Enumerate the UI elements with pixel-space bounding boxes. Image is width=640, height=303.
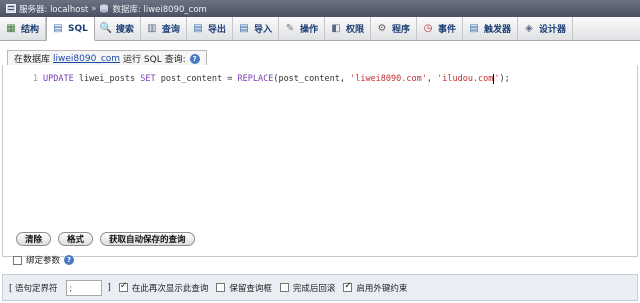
get-autosaved-query-button[interactable]: 获取自动保存的查询: [100, 232, 195, 246]
query-suffix: 运行 SQL 查询:: [123, 55, 186, 65]
clear-button[interactable]: 清除: [16, 232, 52, 246]
line-number: 1: [32, 74, 38, 84]
tab-triggers[interactable]: ▤ 触发器: [463, 17, 519, 40]
server-icon: [6, 4, 16, 13]
tab-privileges[interactable]: ◧ 权限: [325, 17, 371, 40]
tab-label: 导出: [207, 25, 226, 35]
breadcrumb-database[interactable]: 数据库: liwei8090_com: [112, 3, 206, 15]
delimiter-label: [ 语句定界符: [9, 283, 58, 294]
import-icon: ▤: [239, 22, 249, 34]
designer-icon: ◈: [525, 22, 533, 34]
wrench-icon: ✎: [285, 22, 295, 34]
delimiter-close: ]: [107, 282, 111, 293]
footer-option: 启用外键约束: [343, 281, 408, 294]
footer-option-label: 保留查询框: [229, 283, 272, 294]
sql-string: 'liwei8090.com': [350, 74, 427, 84]
privileges-icon: ◧: [331, 22, 341, 34]
format-button[interactable]: 格式: [58, 232, 94, 246]
breadcrumb-server[interactable]: 服务器: localhost: [19, 3, 88, 15]
editor-button-row: 清除 格式 获取自动保存的查询: [16, 232, 195, 246]
footer-option-label: 完成后回滚: [292, 283, 336, 294]
tab-events[interactable]: ◷ 事件: [417, 17, 464, 40]
delimiter-input[interactable]: [65, 279, 102, 296]
tab-search[interactable]: 🔍 搜索: [95, 17, 141, 40]
tab-label: 操作: [299, 25, 318, 35]
triggers-icon: ▤: [469, 22, 479, 34]
tab-label: 事件: [438, 25, 457, 35]
sql-code[interactable]: UPDATE liwei_posts SET post_content = RE…: [43, 72, 510, 86]
bind-parameters-label: 绑定参数: [26, 256, 61, 266]
footer-option: 在此再次显示此查询: [118, 281, 209, 294]
bind-parameters-row: 绑定参数 ?: [13, 254, 75, 266]
tab-label: 查询: [161, 25, 180, 35]
query-database-link[interactable]: liwei8090_com: [53, 54, 120, 64]
tab-label: 设计器: [539, 25, 567, 35]
footer-option-label: 启用外键约束: [356, 283, 408, 294]
sql-icon: ▤: [53, 22, 63, 34]
footer-option: 保留查询框: [216, 282, 272, 294]
footer-option-checkbox[interactable]: [343, 281, 353, 292]
sql-editor[interactable]: 1 UPDATE liwei_posts SET post_content = …: [11, 72, 635, 222]
sql-text: ,: [426, 74, 438, 84]
structure-icon: ▦: [6, 22, 16, 34]
sql-text: (post_content,: [273, 74, 351, 84]
tab-label: 触发器: [484, 25, 512, 35]
breadcrumb-separator: »: [91, 3, 97, 14]
tab-export[interactable]: ▤ 导出: [187, 17, 233, 40]
export-icon: ▤: [193, 22, 203, 34]
sql-panel: 1 UPDATE liwei_posts SET post_content = …: [2, 65, 638, 257]
tab-label: 权限: [345, 25, 364, 35]
tab-label: 搜索: [115, 25, 134, 35]
tab-query[interactable]: ▥ 查询: [141, 17, 187, 40]
footer-option-label: 在此再次显示此查询: [131, 283, 209, 294]
sql-keyword: SET: [140, 74, 156, 84]
events-icon: ◷: [423, 22, 433, 34]
tab-label: 导入: [253, 25, 272, 35]
sql-keyword: UPDATE: [43, 74, 74, 84]
tab-label: 程序: [391, 25, 410, 35]
sql-function: REPLACE: [237, 74, 274, 84]
help-icon[interactable]: ?: [64, 255, 75, 265]
tab-designer[interactable]: ◈ 设计器: [518, 17, 574, 40]
sql-text: post_content =: [155, 74, 238, 84]
tab-structure[interactable]: ▦ 结构: [0, 17, 47, 40]
tab-import[interactable]: ▤ 导入: [233, 17, 279, 40]
database-icon: [99, 4, 109, 13]
sql-text: liwei_posts: [73, 74, 141, 84]
query-prefix: 在数据库: [14, 55, 51, 65]
footer-option-checkbox[interactable]: [216, 283, 226, 292]
routines-icon: ⚙: [377, 22, 387, 34]
query-icon: ▥: [147, 22, 157, 34]
tab-wrench[interactable]: ✎ 操作: [279, 17, 325, 40]
delimiter-group: [ 语句定界符 ]: [9, 279, 119, 296]
breadcrumb: 服务器: localhost » 数据库: liwei8090_com: [0, 0, 640, 17]
tab-label: SQL: [68, 23, 88, 34]
tab-label: 结构: [21, 25, 40, 35]
bind-parameters-checkbox[interactable]: [13, 255, 22, 265]
query-options-footer: [ 语句定界符 ] 在此再次显示此查询 保留查询框 完成后回滚 启用外键约束: [2, 274, 638, 301]
sql-string: 'iludou.com: [437, 74, 494, 84]
help-icon[interactable]: ?: [189, 53, 200, 64]
sql-text: );: [499, 74, 510, 84]
tab-bar: ▦ 结构 ▤ SQL 🔍 搜索 ▥ 查询 ▤ 导出 ▤ 导入 ✎ 操作 ◧ 权限 ⚙ 程序 ◷ 事件 ▤ 触发器 ◈ 设计器: [0, 17, 640, 41]
footer-option-checkbox[interactable]: [118, 281, 128, 292]
tab-sql[interactable]: ▤ SQL: [46, 17, 95, 41]
footer-options: 在此再次显示此查询 保留查询框 完成后回滚 启用外键约束: [118, 281, 416, 294]
footer-option-checkbox[interactable]: [279, 283, 289, 292]
search-icon: 🔍: [99, 22, 113, 34]
footer-option: 完成后回滚: [279, 282, 336, 294]
tab-routines[interactable]: ⚙ 程序: [371, 17, 417, 40]
